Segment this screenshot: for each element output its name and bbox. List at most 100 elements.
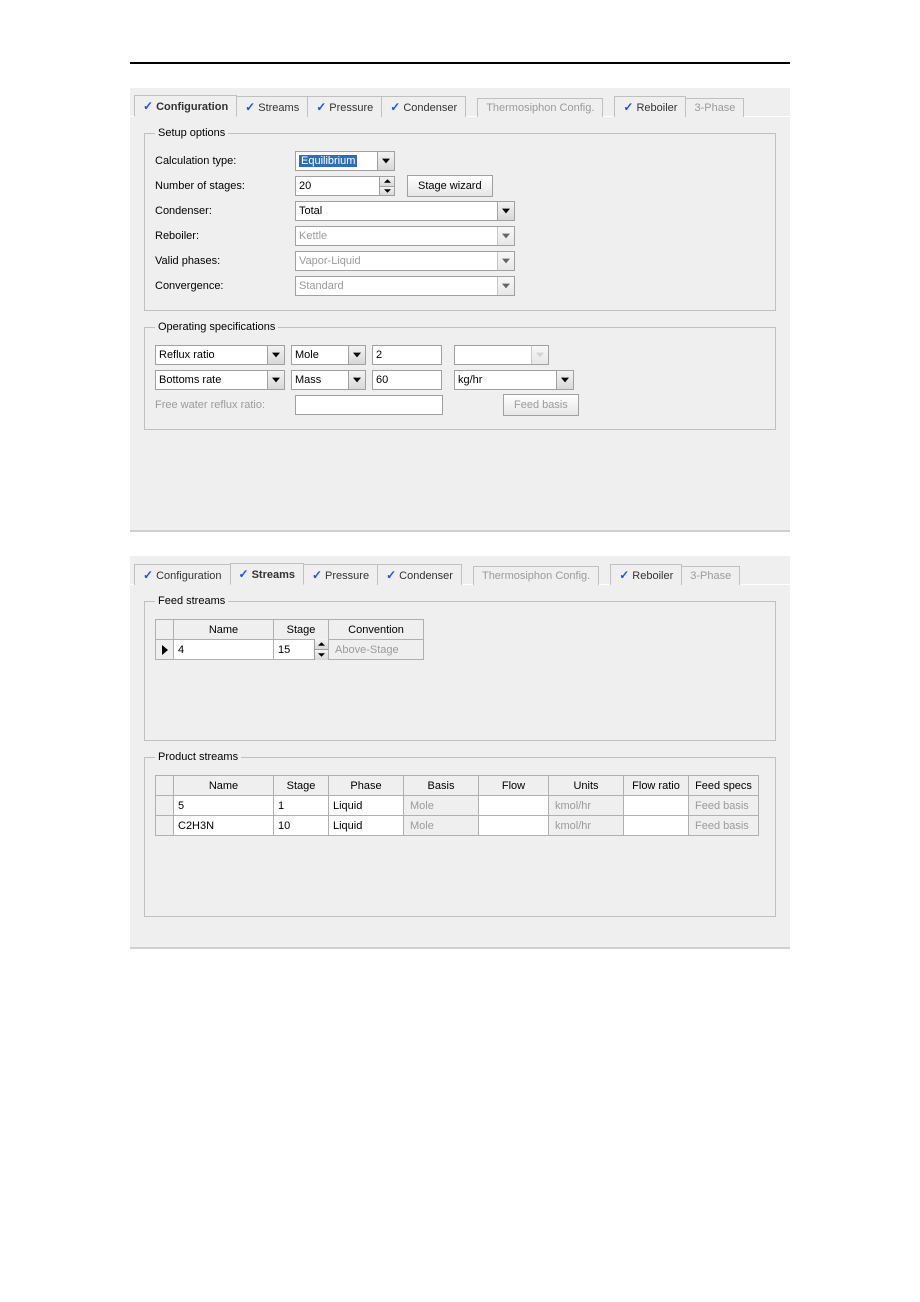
spec1-combo[interactable]: Reflux ratio (155, 345, 285, 365)
name-cell[interactable]: 5 (174, 796, 274, 816)
condenser-label: Condenser: (155, 205, 295, 217)
spin-up-icon[interactable] (315, 639, 328, 650)
chevron-down-icon[interactable] (267, 371, 284, 389)
col-basis: Basis (404, 776, 479, 796)
feed-specs-cell: Feed basis (689, 816, 759, 836)
chevron-down-icon[interactable] (348, 346, 365, 364)
tab-streams[interactable]: ✓Streams (230, 563, 304, 585)
phase-cell[interactable]: Liquid (329, 816, 404, 836)
calc-type-label: Calculation type: (155, 155, 295, 167)
checkmark-icon: ✓ (143, 568, 153, 582)
tab-pressure[interactable]: ✓Pressure (307, 96, 382, 117)
free-water-input (295, 395, 443, 415)
tab-configuration[interactable]: ✓Configuration (134, 564, 231, 585)
triangle-right-icon (162, 645, 168, 655)
unit2-combo[interactable]: kg/hr (454, 370, 574, 390)
table-row: 5 1 Liquid Mole kmol/hr Feed basis (156, 796, 759, 816)
feed-streams-table: Name Stage Convention 4 15 Above-Stage (155, 619, 424, 660)
chevron-down-icon[interactable] (497, 227, 514, 245)
tab-label: Thermosiphon Config. (486, 102, 594, 114)
col-convention: Convention (329, 620, 424, 640)
checkmark-icon: ✓ (386, 568, 396, 582)
setup-legend: Setup options (155, 127, 228, 139)
tab-label: Reboiler (632, 570, 673, 582)
tab-label: Configuration (156, 101, 228, 113)
calc-type-value: Equilibrium (299, 155, 357, 167)
basis-cell: Mole (404, 796, 479, 816)
convergence-combo[interactable]: Standard (295, 276, 515, 296)
chevron-down-icon[interactable] (497, 202, 514, 220)
tab-reboiler[interactable]: ✓Reboiler (610, 564, 682, 585)
basis2-value: Mass (295, 374, 321, 386)
valid-phases-value: Vapor-Liquid (299, 255, 361, 267)
col-units: Units (549, 776, 624, 796)
spin-buttons[interactable] (314, 639, 328, 660)
tab-label: Pressure (325, 570, 369, 582)
stage-cell[interactable]: 1 (274, 796, 329, 816)
spin-buttons[interactable] (379, 177, 394, 195)
value2-input[interactable]: 60 (372, 370, 442, 390)
chevron-down-icon[interactable] (377, 152, 394, 170)
tab-label: 3-Phase (690, 570, 731, 582)
flow-cell[interactable] (479, 796, 549, 816)
name-cell[interactable]: C2H3N (174, 816, 274, 836)
tab-3phase: 3-Phase (685, 98, 744, 117)
col-name: Name (174, 620, 274, 640)
num-stages-spinner[interactable]: 20 (295, 176, 395, 196)
row-selector[interactable] (156, 640, 174, 660)
chevron-down-icon[interactable] (497, 277, 514, 295)
unit1-combo (454, 345, 549, 365)
flow-ratio-cell[interactable] (624, 796, 689, 816)
tab-configuration[interactable]: ✓Configuration (134, 95, 237, 117)
checkmark-icon: ✓ (316, 100, 326, 114)
tab-reboiler[interactable]: ✓Reboiler (614, 96, 686, 117)
condenser-combo[interactable]: Total (295, 201, 515, 221)
calc-type-combo[interactable]: Equilibrium (295, 151, 395, 171)
spec2-value: Bottoms rate (159, 374, 221, 386)
flow-cell[interactable] (479, 816, 549, 836)
col-phase: Phase (329, 776, 404, 796)
reboiler-value: Kettle (299, 230, 327, 242)
row-selector[interactable] (156, 816, 174, 836)
valid-phases-combo[interactable]: Vapor-Liquid (295, 251, 515, 271)
value1-input[interactable]: 2 (372, 345, 442, 365)
reboiler-combo[interactable]: Kettle (295, 226, 515, 246)
tab-label: Thermosiphon Config. (482, 570, 590, 582)
tab-label: 3-Phase (694, 102, 735, 114)
chevron-down-icon[interactable] (556, 371, 573, 389)
tab-condenser[interactable]: ✓Condenser (381, 96, 466, 117)
reboiler-label: Reboiler: (155, 230, 295, 242)
chevron-down-icon[interactable] (267, 346, 284, 364)
spec2-combo[interactable]: Bottoms rate (155, 370, 285, 390)
tab-3phase: 3-Phase (681, 566, 740, 585)
feed-convention-cell: Above-Stage (329, 640, 424, 660)
feed-stage-cell[interactable]: 15 (274, 640, 329, 660)
tab-pressure[interactable]: ✓Pressure (303, 564, 378, 585)
checkmark-icon: ✓ (245, 100, 255, 114)
checkmark-icon: ✓ (312, 568, 322, 582)
phase-cell[interactable]: Liquid (329, 796, 404, 816)
valid-phases-label: Valid phases: (155, 255, 295, 267)
row-selector[interactable] (156, 796, 174, 816)
feed-name-cell[interactable]: 4 (174, 640, 274, 660)
chevron-down-icon[interactable] (497, 252, 514, 270)
spin-down-icon[interactable] (315, 650, 328, 660)
flow-ratio-cell[interactable] (624, 816, 689, 836)
stage-cell[interactable]: 10 (274, 816, 329, 836)
convergence-value: Standard (299, 280, 344, 292)
col-feed-specs: Feed specs (689, 776, 759, 796)
condenser-value: Total (299, 205, 322, 217)
stage-wizard-button[interactable]: Stage wizard (407, 175, 493, 197)
basis2-combo[interactable]: Mass (291, 370, 366, 390)
free-water-label: Free water reflux ratio: (155, 399, 295, 411)
tab-streams[interactable]: ✓Streams (236, 96, 308, 117)
table-row: C2H3N 10 Liquid Mole kmol/hr Feed basis (156, 816, 759, 836)
chevron-down-icon[interactable] (348, 371, 365, 389)
checkmark-icon: ✓ (390, 100, 400, 114)
tab-condenser[interactable]: ✓Condenser (377, 564, 462, 585)
basis1-combo[interactable]: Mole (291, 345, 366, 365)
feed-streams-legend: Feed streams (155, 595, 228, 607)
spin-up-icon[interactable] (379, 177, 394, 187)
spin-down-icon[interactable] (379, 187, 394, 196)
col-stage: Stage (274, 620, 329, 640)
